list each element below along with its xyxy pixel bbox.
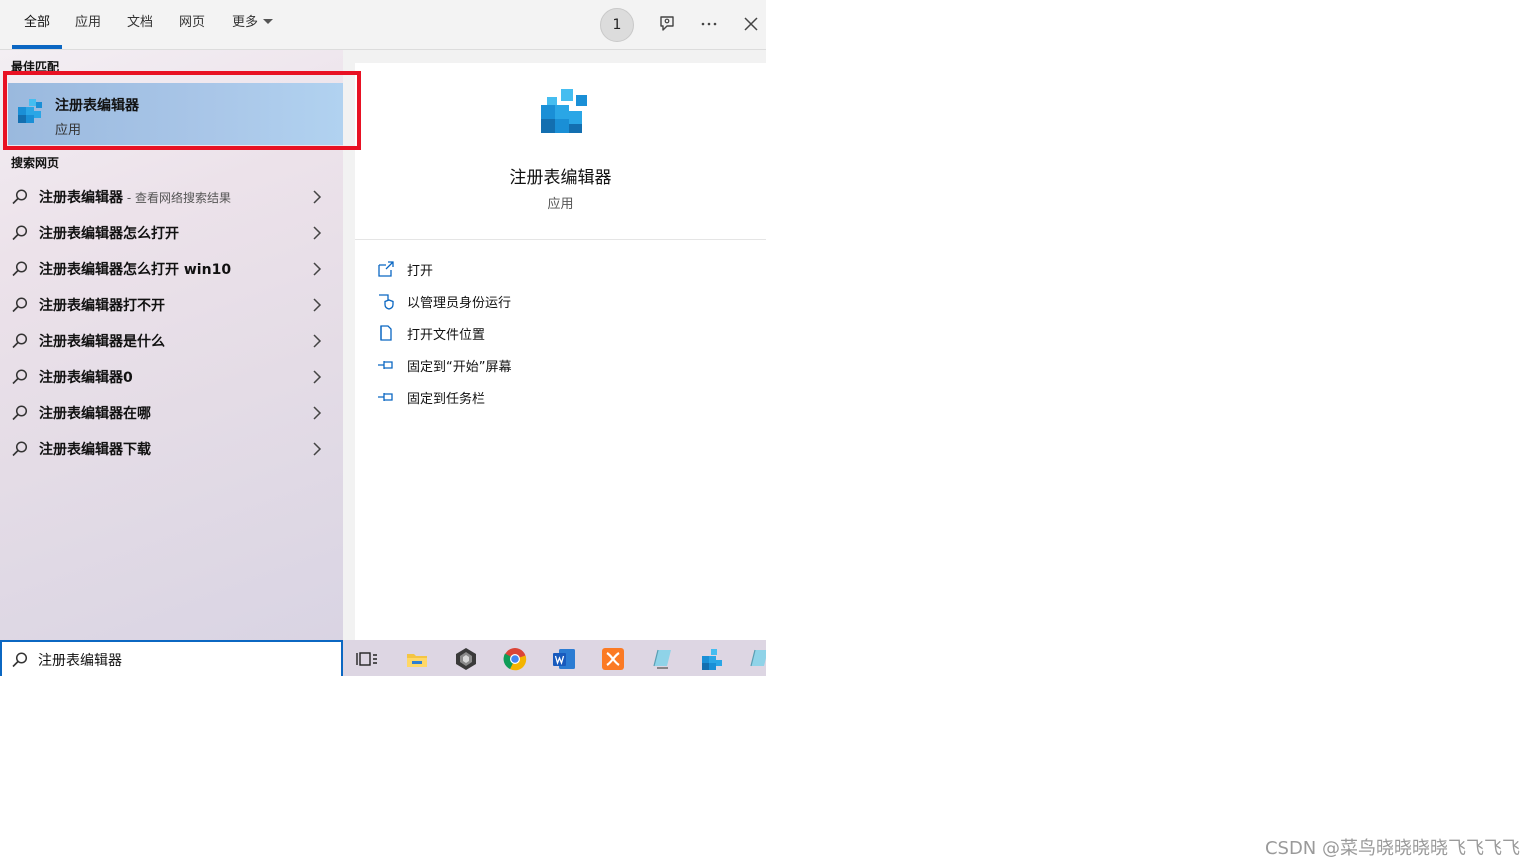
shield-icon: [379, 294, 394, 310]
word-icon[interactable]: [551, 646, 577, 672]
more-options-icon[interactable]: [699, 14, 719, 34]
chevron-right-icon: [313, 334, 322, 348]
web-suggestion-label: 注册表编辑器打不开: [39, 298, 165, 314]
action-pin-to-start-label: 固定到“开始”屏幕: [407, 360, 512, 375]
pin-icon: [378, 361, 393, 369]
web-suggestion-label: 注册表编辑器怎么打开 win10: [39, 262, 232, 278]
search-box: [0, 640, 343, 676]
preview-divider: [355, 239, 766, 240]
action-open[interactable]: 打开: [377, 255, 757, 283]
search-tabs-bar: 全部 应用 文档 网页 更多 1: [0, 0, 766, 50]
web-suggestion-row[interactable]: 注册表编辑器 - 查看网络搜索结果: [0, 179, 343, 215]
web-suggestion-label: 注册表编辑器是什么: [39, 334, 165, 350]
taskbar: [343, 640, 766, 676]
app-icon[interactable]: [453, 646, 479, 672]
search-web-label: 搜索网页: [11, 156, 60, 170]
highlight-annotation: [3, 71, 361, 150]
file-location-icon: [380, 325, 392, 341]
open-icon: [378, 261, 394, 277]
search-icon: [12, 333, 28, 349]
chevron-right-icon: [313, 190, 322, 204]
search-icon: [12, 297, 28, 313]
task-view-icon[interactable]: [354, 646, 380, 672]
search-icon: [12, 405, 28, 421]
registry-editor-icon[interactable]: [699, 646, 725, 672]
tab-apps[interactable]: 应用: [75, 14, 101, 32]
web-suggestion-row[interactable]: 注册表编辑器在哪: [0, 395, 343, 431]
chevron-right-icon: [313, 370, 322, 384]
file-explorer-icon[interactable]: [404, 646, 430, 672]
action-open-label: 打开: [407, 264, 434, 279]
web-suggestion-row[interactable]: 注册表编辑器怎么打开: [0, 215, 343, 251]
chevron-right-icon: [313, 442, 322, 456]
search-icon: [12, 189, 28, 205]
pane-separator: [343, 50, 766, 63]
web-suggestion-label: 注册表编辑器怎么打开: [39, 226, 179, 242]
tab-all[interactable]: 全部: [24, 14, 50, 32]
active-tab-indicator: [12, 45, 62, 49]
pin-icon: [378, 393, 393, 401]
feedback-icon[interactable]: [657, 14, 677, 34]
web-suggestion-row[interactable]: 注册表编辑器怎么打开 win10: [0, 251, 343, 287]
search-icon: [12, 369, 28, 385]
web-suggestion-label: 注册表编辑器下载: [39, 442, 151, 458]
xampp-icon[interactable]: [600, 646, 626, 672]
search-icon: [12, 441, 28, 457]
chevron-right-icon: [313, 406, 322, 420]
chrome-icon[interactable]: [502, 646, 528, 672]
tab-documents[interactable]: 文档: [127, 14, 153, 32]
action-open-file-location-label: 打开文件位置: [407, 328, 486, 343]
close-icon[interactable]: [741, 14, 761, 34]
web-suggestion-label: 注册表编辑器0: [39, 370, 133, 386]
search-icon: [12, 225, 28, 241]
web-suggestion-row[interactable]: 注册表编辑器打不开: [0, 287, 343, 323]
action-run-as-admin[interactable]: 以管理员身份运行: [377, 287, 757, 315]
tab-more[interactable]: 更多: [232, 14, 274, 32]
action-pin-to-start[interactable]: 固定到“开始”屏幕: [377, 351, 757, 379]
web-suggestion-row[interactable]: 注册表编辑器下载: [0, 431, 343, 467]
chevron-right-icon: [313, 298, 322, 312]
watermark: CSDN @菜鸟晓晓晓晓飞飞飞飞: [1264, 838, 1520, 859]
search-icon: [12, 652, 28, 668]
action-open-file-location[interactable]: 打开文件位置: [377, 319, 757, 347]
search-icon: [12, 261, 28, 277]
web-suggestion-label: 注册表编辑器在哪: [39, 406, 151, 422]
action-run-as-admin-label: 以管理员身份运行: [407, 296, 512, 311]
registry-editor-icon: [541, 89, 587, 133]
chevron-right-icon: [313, 226, 322, 240]
web-suggestion-label: 注册表编辑器: [39, 190, 123, 206]
notepad-icon[interactable]: [649, 646, 675, 672]
action-pin-to-taskbar[interactable]: 固定到任务栏: [377, 383, 757, 411]
preview-subtitle: 应用: [547, 197, 574, 212]
web-suggestion-row[interactable]: 注册表编辑器是什么: [0, 323, 343, 359]
chevron-right-icon: [313, 262, 322, 276]
preview-pane: 注册表编辑器 应用 打开 以管理员身份运行 打开文件位置 固定到“开始”屏幕 固…: [355, 63, 766, 639]
notepad-icon[interactable]: [746, 646, 766, 672]
search-panel: 全部 应用 文档 网页 更多 1 最佳匹配 注册表编辑器 应用 搜索网页 注册表…: [0, 0, 766, 676]
preview-title: 注册表编辑器: [509, 168, 612, 188]
action-pin-to-taskbar-label: 固定到任务栏: [407, 392, 486, 407]
chevron-down-icon: [263, 19, 274, 24]
web-suggestion-text: 注册表编辑器 - 查看网络搜索结果: [39, 187, 231, 207]
tab-web[interactable]: 网页: [179, 14, 205, 32]
search-input[interactable]: [38, 648, 328, 672]
tab-more-label: 更多: [232, 15, 259, 30]
rewards-badge[interactable]: 1: [600, 8, 634, 42]
web-suggestion-row[interactable]: 注册表编辑器0: [0, 359, 343, 395]
web-suggestion-suffix: - 查看网络搜索结果: [123, 191, 231, 205]
